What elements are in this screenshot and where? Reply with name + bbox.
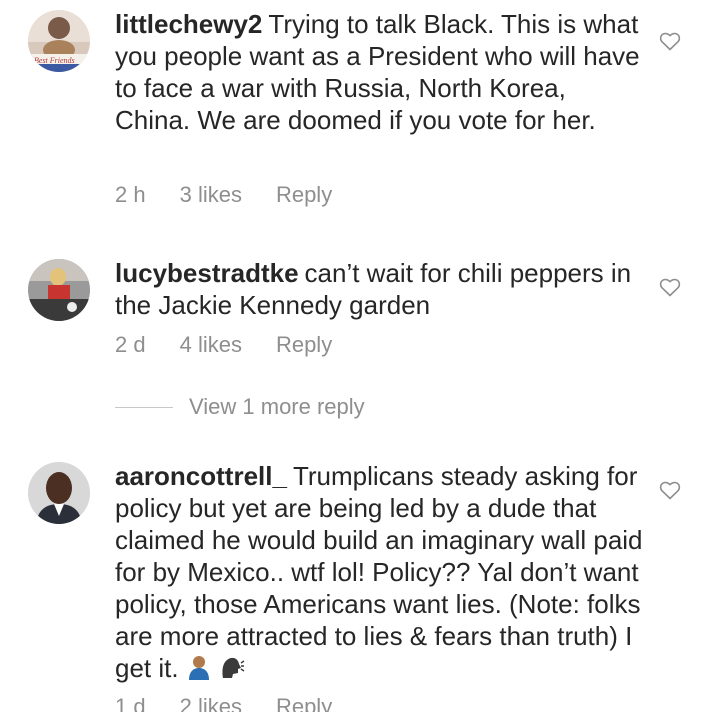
divider-line	[115, 406, 173, 408]
avatar-image: Best Friends	[28, 10, 90, 72]
avatar[interactable]	[28, 462, 90, 524]
reply-button[interactable]: Reply	[276, 332, 332, 358]
avatar[interactable]	[28, 259, 90, 321]
comment-body: lucybestradtke can’t wait for chili peppe…	[115, 257, 645, 321]
speaking-head-icon	[219, 654, 245, 687]
comment-text: Trumplicans steady asking for policy but…	[115, 461, 643, 683]
comment-time: 2 h	[115, 182, 146, 207]
avatar-image	[28, 462, 90, 524]
heart-outline-icon[interactable]	[658, 29, 682, 53]
avatar-caption: Best Friends	[34, 56, 75, 65]
comment-time: 2 d	[115, 332, 146, 357]
avatar[interactable]: Best Friends	[28, 10, 90, 72]
comment-likes[interactable]: 3 likes	[180, 182, 242, 208]
comment-meta: 2 d 4 likes Reply	[115, 332, 332, 358]
heart-outline-icon[interactable]	[658, 478, 682, 502]
bottom-edge	[0, 712, 720, 720]
view-more-replies-label[interactable]: View 1 more reply	[189, 394, 365, 420]
person-shrugging-icon	[186, 654, 212, 687]
comment-body: aaroncottrell_ Trumplicans steady asking …	[115, 460, 645, 687]
comment-username[interactable]: lucybestradtke	[115, 258, 299, 288]
avatar-image	[28, 259, 90, 321]
comment-likes[interactable]: 4 likes	[180, 332, 242, 358]
view-more-replies[interactable]: View 1 more reply	[115, 394, 365, 420]
comment-body: littlechewy2 Trying to talk Black. This i…	[115, 8, 645, 136]
heart-outline-icon[interactable]	[658, 275, 682, 299]
comment-username[interactable]: littlechewy2	[115, 9, 262, 39]
comment-username[interactable]: aaroncottrell_	[115, 461, 287, 491]
reply-button[interactable]: Reply	[276, 182, 332, 208]
comment-meta: 2 h 3 likes Reply	[115, 182, 332, 208]
